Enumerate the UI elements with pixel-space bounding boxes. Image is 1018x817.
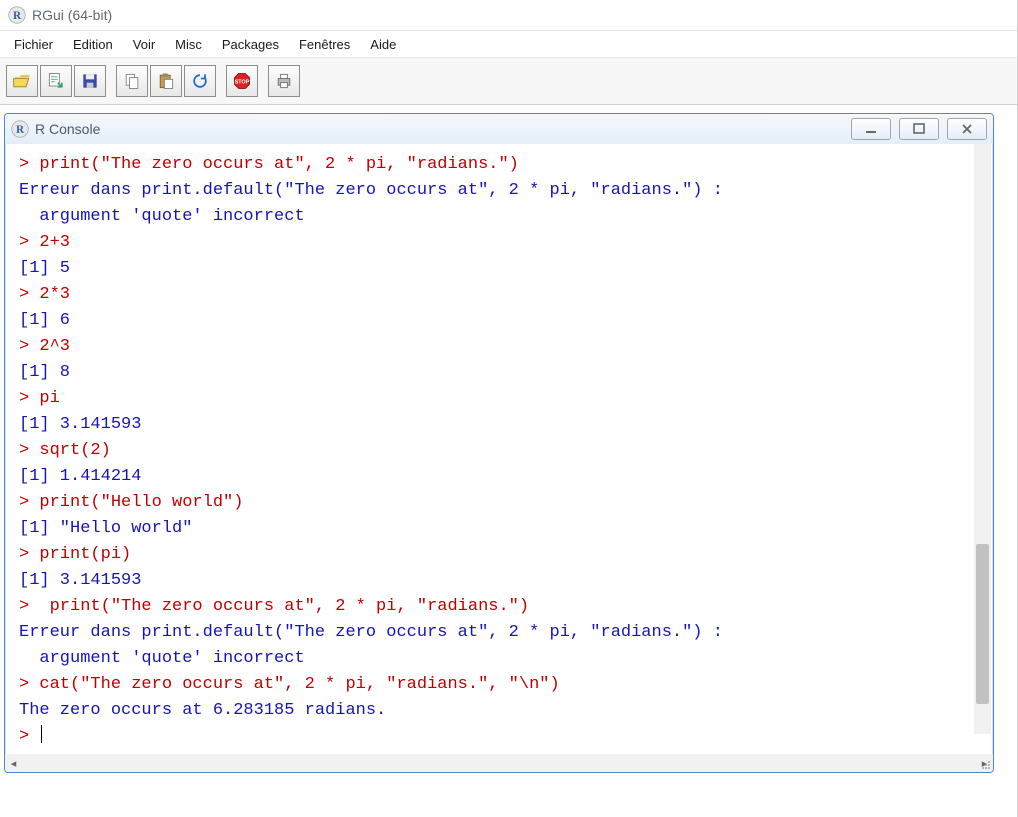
- app-titlebar: R RGui (64-bit): [0, 0, 1017, 30]
- mdi-client-area: R R Console > print("The zero occurs at"…: [0, 105, 1017, 817]
- console-output[interactable]: > print("The zero occurs at", 2 * pi, "r…: [5, 144, 993, 754]
- paste-button[interactable]: [150, 65, 182, 97]
- vertical-scrollbar-thumb[interactable]: [976, 544, 989, 704]
- console-logo-icon: R: [11, 120, 29, 138]
- open-button[interactable]: [6, 65, 38, 97]
- svg-text:STOP: STOP: [235, 80, 250, 86]
- menu-voir[interactable]: Voir: [123, 33, 165, 56]
- svg-text:R: R: [16, 124, 25, 136]
- console-titlebar[interactable]: R R Console: [5, 114, 993, 144]
- minimize-button[interactable]: [851, 118, 891, 140]
- horizontal-scrollbar[interactable]: ◂ ▸: [5, 754, 993, 772]
- vertical-scrollbar[interactable]: [974, 144, 991, 734]
- console-window: R R Console > print("The zero occurs at"…: [4, 113, 994, 773]
- console-title: R Console: [35, 121, 100, 137]
- menu-fichier[interactable]: Fichier: [4, 33, 63, 56]
- close-button[interactable]: [947, 118, 987, 140]
- menu-misc[interactable]: Misc: [165, 33, 212, 56]
- menu-aide[interactable]: Aide: [360, 33, 406, 56]
- print-button[interactable]: [268, 65, 300, 97]
- toolbar: STOP: [0, 58, 1017, 105]
- menubar: Fichier Edition Voir Misc Packages Fenêt…: [0, 30, 1017, 58]
- menu-fenetres[interactable]: Fenêtres: [289, 33, 360, 56]
- source-button[interactable]: [40, 65, 72, 97]
- refresh-button[interactable]: [184, 65, 216, 97]
- app-logo-icon: R: [8, 6, 26, 24]
- menu-edition[interactable]: Edition: [63, 33, 123, 56]
- app-title: RGui (64-bit): [32, 7, 112, 23]
- menu-packages[interactable]: Packages: [212, 33, 289, 56]
- scroll-left-icon[interactable]: ◂: [5, 755, 22, 772]
- resize-grip-icon[interactable]: [978, 757, 992, 771]
- svg-text:R: R: [13, 10, 22, 22]
- save-button[interactable]: [74, 65, 106, 97]
- stop-button[interactable]: STOP: [226, 65, 258, 97]
- copy-button[interactable]: [116, 65, 148, 97]
- maximize-button[interactable]: [899, 118, 939, 140]
